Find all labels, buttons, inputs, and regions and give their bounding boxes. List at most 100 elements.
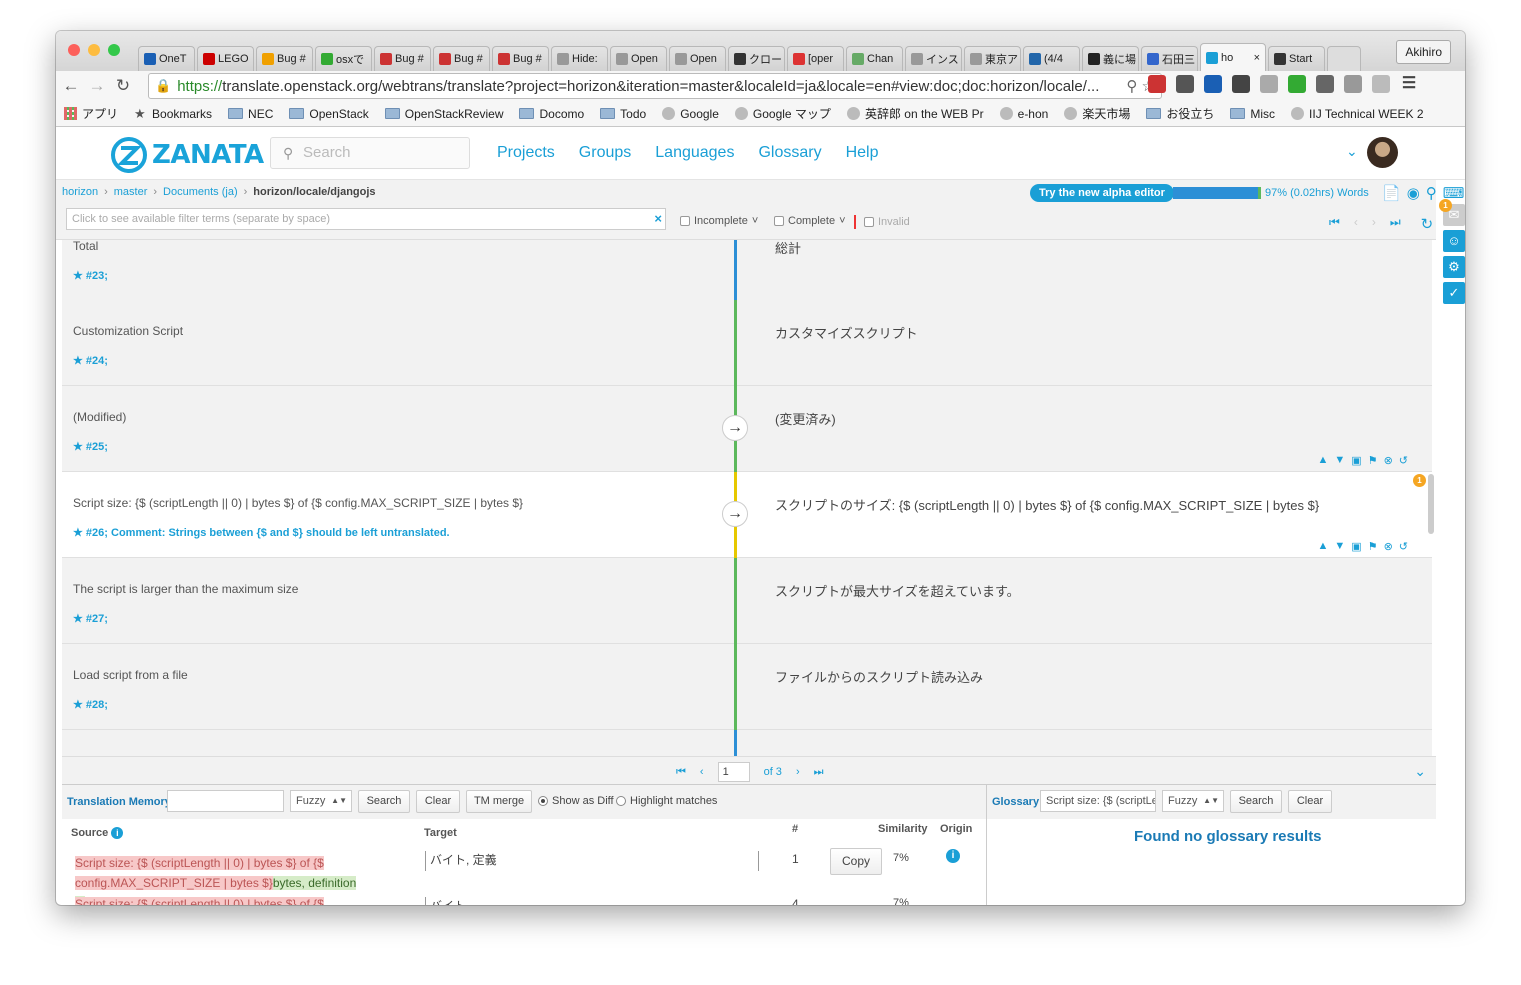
- globe-icon[interactable]: ◉: [1407, 184, 1420, 202]
- chevron-down-icon[interactable]: ˅: [839, 215, 845, 227]
- extension-icon[interactable]: [1288, 75, 1306, 93]
- star-icon[interactable]: ★: [73, 699, 86, 711]
- tm-search-button[interactable]: Search: [358, 790, 410, 813]
- star-icon[interactable]: ★: [73, 613, 86, 625]
- first-page-icon[interactable]: ⏮: [676, 766, 686, 779]
- translation-row[interactable]: Cancel★ #29;取り消し: [62, 730, 1432, 756]
- breadcrumb-item[interactable]: horizon: [62, 186, 98, 198]
- translation-row[interactable]: Script size: {$ (scriptLength || 0) | by…: [62, 472, 1432, 558]
- pocket-icon[interactable]: [1176, 75, 1194, 93]
- bookmark-item[interactable]: Misc: [1230, 107, 1275, 121]
- translation-row[interactable]: Total ★ #23; 総計: [62, 240, 1432, 301]
- document-icon[interactable]: 📄: [1382, 184, 1401, 202]
- bookmark-item[interactable]: アプリ: [64, 105, 118, 122]
- last-page-icon[interactable]: ⏭: [814, 766, 824, 779]
- profile-button[interactable]: Akihiro: [1396, 40, 1451, 64]
- browser-tab[interactable]: Bug #: [374, 46, 431, 71]
- address-bar[interactable]: 🔒 https://translate.openstack.org/webtra…: [148, 73, 1162, 99]
- back-icon[interactable]: ←: [60, 76, 82, 96]
- chevron-down-icon[interactable]: ⌄: [1346, 143, 1358, 160]
- translation-row[interactable]: The script is larger than the maximum si…: [62, 558, 1432, 644]
- star-icon[interactable]: ★: [73, 270, 86, 282]
- chevron-down-icon[interactable]: ˅: [752, 215, 758, 227]
- bookmark-item[interactable]: 英辞郎 on the WEB Pr: [846, 105, 984, 122]
- nav-languages[interactable]: Languages: [655, 144, 734, 162]
- info-icon[interactable]: i: [946, 849, 960, 863]
- notification-icon[interactable]: ✉ 1: [1439, 199, 1465, 226]
- try-alpha-editor-button[interactable]: Try the new alpha editor: [1030, 184, 1174, 202]
- tm-clear-button[interactable]: Clear: [416, 790, 460, 813]
- bookmark-item[interactable]: 楽天市場: [1064, 105, 1130, 122]
- breadcrumb-item[interactable]: master: [114, 186, 148, 198]
- target-text[interactable]: (変更済み): [775, 409, 836, 428]
- glossary-search-button[interactable]: Search: [1230, 790, 1282, 813]
- target-text[interactable]: ファイルからのスクリプト読み込み: [775, 667, 983, 686]
- next-icon[interactable]: ›: [1372, 215, 1376, 233]
- bookmark-item[interactable]: Google: [662, 107, 719, 121]
- save-icon[interactable]: ▣: [1351, 454, 1361, 467]
- minimize-window-button[interactable]: [88, 44, 100, 56]
- zanata-logo[interactable]: ZANATA: [110, 136, 264, 174]
- checkbox[interactable]: [774, 216, 784, 226]
- glossary-clear-button[interactable]: Clear: [1288, 790, 1332, 813]
- refresh-icon[interactable]: ↻: [1421, 215, 1434, 233]
- show-as-diff-radio[interactable]: Show as Diff: [538, 795, 614, 807]
- history-icon[interactable]: ↺: [1399, 454, 1408, 467]
- browser-tab[interactable]: Hide:: [551, 46, 608, 71]
- filter-complete[interactable]: Complete ˅: [774, 215, 846, 227]
- browser-tab[interactable]: インス: [905, 46, 962, 71]
- nav-projects[interactable]: Projects: [497, 144, 555, 162]
- users-icon[interactable]: ☺: [1443, 230, 1465, 252]
- rss-icon[interactable]: [1372, 75, 1390, 93]
- forward-icon[interactable]: →: [86, 76, 108, 96]
- zanata-search-input[interactable]: ⚲ Search: [270, 137, 470, 169]
- bookmark-item[interactable]: ★ Bookmarks: [134, 107, 212, 121]
- cancel-icon[interactable]: ⊗: [1384, 454, 1393, 467]
- browser-tab[interactable]: Open: [610, 46, 667, 71]
- search-icon[interactable]: ⚲: [1426, 184, 1437, 202]
- bookmark-item[interactable]: Docomo: [519, 107, 584, 121]
- page-number-input[interactable]: 1: [717, 762, 750, 782]
- browser-tab[interactable]: Chan: [846, 46, 903, 71]
- nav-glossary[interactable]: Glossary: [758, 144, 821, 162]
- browser-tab[interactable]: 東京ア: [964, 46, 1021, 71]
- copy-button[interactable]: Copy: [830, 848, 882, 875]
- extension-icon[interactable]: [1260, 75, 1278, 93]
- bookmark-item[interactable]: OpenStackReview: [384, 107, 503, 121]
- avatar[interactable]: [1367, 137, 1398, 168]
- browser-tab[interactable]: Open: [669, 46, 726, 71]
- bookmark-item[interactable]: e-hon: [999, 107, 1048, 121]
- cancel-icon[interactable]: ⊗: [1384, 540, 1393, 553]
- prev-icon[interactable]: ‹: [1354, 215, 1358, 233]
- browser-tab[interactable]: Start: [1268, 46, 1325, 71]
- glossary-mode-select[interactable]: Fuzzy ▲▼: [1162, 790, 1224, 812]
- menu-icon[interactable]: ☰: [1400, 75, 1418, 93]
- flag-icon[interactable]: ⚑: [1368, 540, 1378, 553]
- validation-icon[interactable]: ✓: [1443, 282, 1465, 304]
- star-icon[interactable]: ★: [73, 441, 86, 453]
- new-tab-button[interactable]: [1327, 46, 1361, 71]
- breadcrumb-item[interactable]: Documents (ja): [163, 186, 238, 198]
- star-icon[interactable]: ★: [73, 527, 86, 539]
- target-text[interactable]: カスタマイズスクリプト: [775, 323, 918, 342]
- target-text[interactable]: スクリプトのサイズ: {$ (scriptLength || 0) | byte…: [775, 495, 1319, 514]
- browser-tab[interactable]: ho ×: [1200, 43, 1266, 71]
- drive-icon[interactable]: [1344, 75, 1362, 93]
- thumbs-up-icon[interactable]: ▲: [1318, 540, 1329, 553]
- extension-icon[interactable]: [1204, 75, 1222, 93]
- thumbs-down-icon[interactable]: ▼: [1334, 540, 1345, 553]
- browser-tab[interactable]: 義に場: [1082, 46, 1139, 71]
- flag-icon[interactable]: ⚑: [1368, 454, 1378, 467]
- bookmark-item[interactable]: Google マップ: [734, 105, 831, 122]
- browser-tab[interactable]: Bug #: [433, 46, 490, 71]
- browser-tab[interactable]: LEGO: [197, 46, 254, 71]
- scrollbar[interactable]: [1428, 474, 1434, 534]
- filter-input[interactable]: Click to see available filter terms (sep…: [66, 208, 666, 230]
- filter-incomplete[interactable]: Incomplete ˅: [680, 215, 758, 227]
- copy-source-arrow-icon[interactable]: →: [722, 415, 748, 441]
- translation-row[interactable]: Customization Script ★ #24; カスタマイズスクリプト: [62, 300, 1432, 386]
- browser-tab[interactable]: 石田三: [1141, 46, 1198, 71]
- nav-help[interactable]: Help: [846, 144, 879, 162]
- tm-merge-button[interactable]: TM merge: [466, 790, 532, 813]
- close-window-button[interactable]: [68, 44, 80, 56]
